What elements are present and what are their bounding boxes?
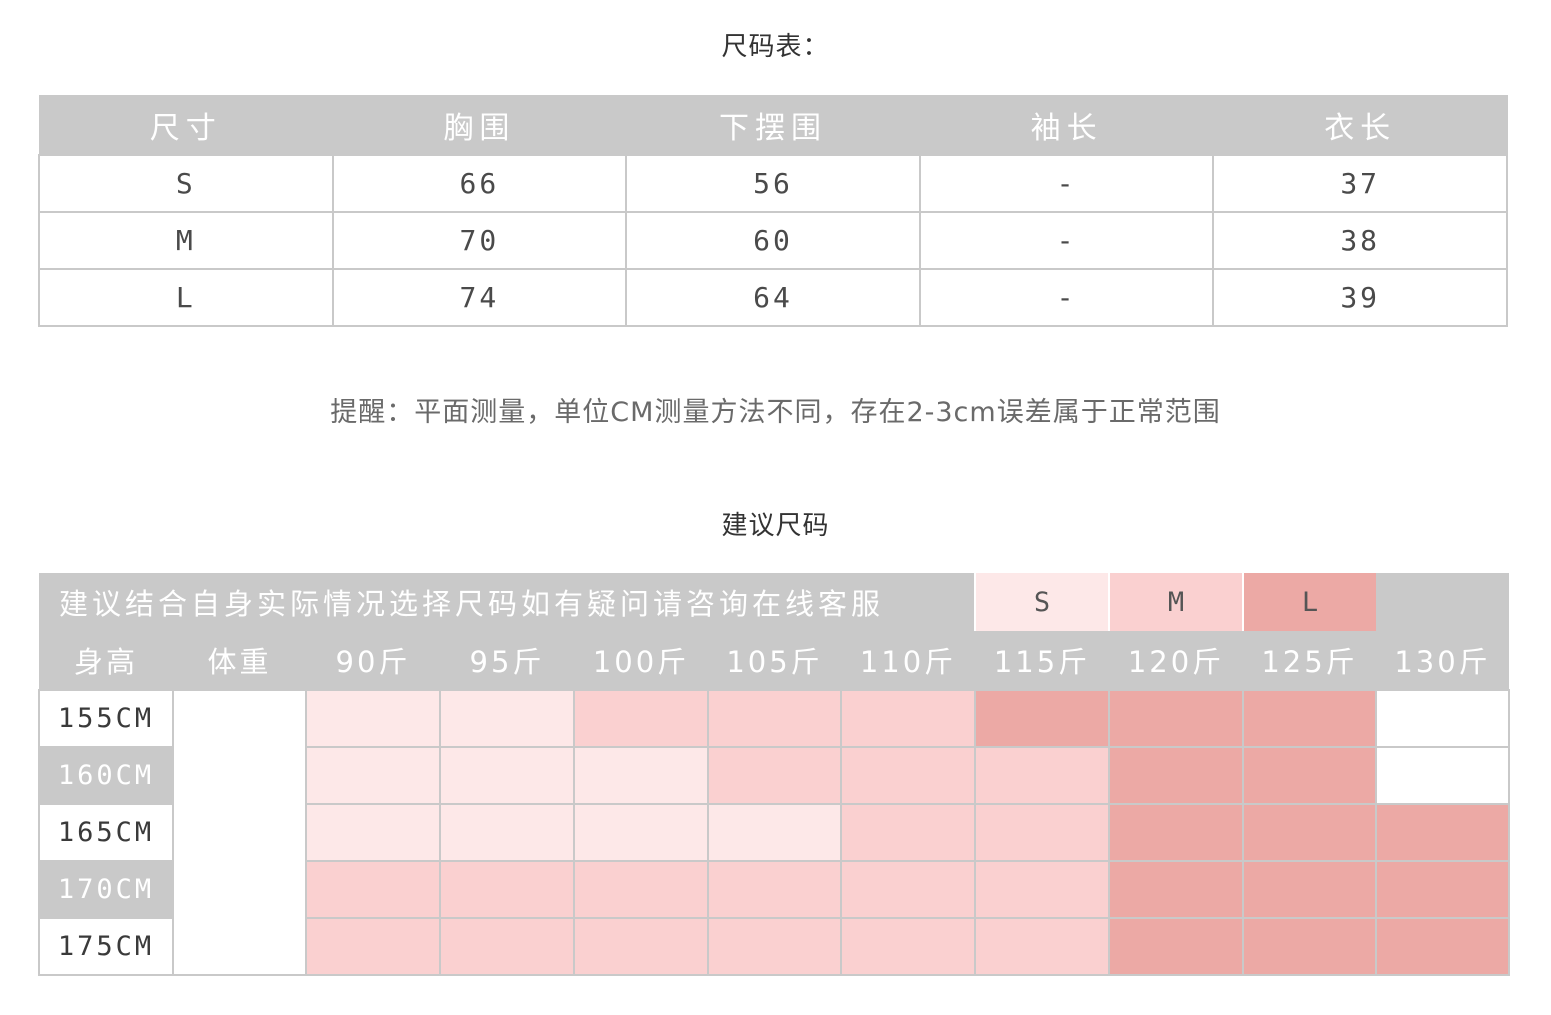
cell-chest: 66 [331,154,628,213]
size-cell-l [1108,746,1244,805]
cell-chest: 74 [331,268,628,327]
table-row: 155CM [38,689,1510,976]
cell-size: S [38,154,334,213]
weight-column-header: 100斤 [574,631,708,690]
advice-banner: 建议结合自身实际情况选择尺码如有疑问请咨询在线客服 [39,573,975,631]
size-cell-l [1108,917,1244,976]
height-row-label: 165CM [38,803,174,862]
size-cell-m [707,746,842,805]
size-cell-m [840,917,976,976]
size-cell-l [1242,860,1377,919]
size-cell-s [573,746,709,805]
cell-sleeve: - [918,268,1215,327]
size-cell-l [1108,803,1244,862]
size-cell-m [974,746,1110,805]
size-cell-m [840,803,976,862]
weight-column-header: 105斤 [708,631,841,690]
measurement-note: 提醒：平面测量，单位CM测量方法不同，存在2-3cm误差属于正常范围 [330,397,1221,428]
size-cell-m [707,917,842,976]
header-chest: 胸围 [332,95,627,156]
weight-column-header: 120斤 [1109,631,1243,690]
size-cell-m [974,803,1110,862]
size-cell-l [974,689,1110,748]
size-cell-l [1108,689,1244,748]
weight-column-header: 115斤 [975,631,1109,690]
header-hem: 下摆围 [625,95,921,156]
size-cell-s [305,803,441,862]
weight-header: 体重 [173,631,306,690]
size-cell-s [305,689,441,748]
cell-sleeve: - [918,211,1215,270]
cell-length: 39 [1212,268,1508,327]
size-cell-m [573,689,709,748]
table-row: S 66 56 - 37 [38,154,1508,213]
size-cell-m [974,917,1110,976]
height-row-label: 160CM [38,746,174,805]
banner-row: 建议结合自身实际情况选择尺码如有疑问请咨询在线客服 S M L [39,573,1509,631]
header-size: 尺寸 [38,95,334,156]
size-cell-l [1242,689,1377,748]
legend-s: S [974,573,1109,631]
legend-blank [1376,573,1509,631]
header-sleeve: 袖长 [919,95,1214,156]
cell-hem: 56 [625,154,921,213]
weight-column-header: 90斤 [306,631,440,690]
legend-l: L [1242,573,1376,631]
size-cell-m [840,746,976,805]
height-header: 身高 [39,631,173,690]
size-cell-l [1242,917,1377,976]
size-cell-l [1242,746,1377,805]
size-chart-table: 尺寸 胸围 下摆围 袖长 衣长 S 66 56 - 37 M 70 60 - 3… [38,95,1508,327]
table-row: L 74 64 - 39 [38,268,1508,327]
size-cell-none [1375,689,1510,748]
size-cell-m [305,860,441,919]
size-cell-m [573,917,709,976]
weight-column-header: 95斤 [440,631,574,690]
size-cell-m [305,917,441,976]
cell-sleeve: - [918,154,1215,213]
size-cell-s [305,746,441,805]
size-chart-header-row: 尺寸 胸围 下摆围 袖长 衣长 [38,95,1508,156]
weight-column-header: 130斤 [1376,631,1509,690]
cell-chest: 70 [331,211,628,270]
cell-length: 38 [1212,211,1508,270]
size-cell-l [1108,860,1244,919]
cell-hem: 64 [625,268,921,327]
size-cell-m [439,860,575,919]
weight-column-header: 125斤 [1243,631,1376,690]
size-cell-m [707,689,842,748]
size-cell-m [439,917,575,976]
table-row: M 70 60 - 38 [38,211,1508,270]
weight-column-header: 110斤 [841,631,975,690]
size-cell-l [1375,917,1510,976]
size-cell-s [439,689,575,748]
weight-spacer-column [172,689,307,976]
size-cell-m [707,860,842,919]
size-cell-s [573,803,709,862]
size-cell-m [974,860,1110,919]
cell-size: M [38,211,334,270]
cell-length: 37 [1212,154,1508,213]
size-cell-s [707,803,842,862]
size-cell-l [1242,803,1377,862]
cell-hem: 60 [625,211,921,270]
recommendation-title: 建议尺码 [721,511,830,541]
cell-size: L [38,268,334,327]
size-cell-s [439,746,575,805]
height-row-label: 155CM [38,689,174,748]
size-cell-m [840,689,976,748]
size-cell-m [840,860,976,919]
header-length: 衣长 [1212,95,1508,156]
size-recommendation-grid: 建议结合自身实际情况选择尺码如有疑问请咨询在线客服 S M L 身高 体重 90… [38,573,1510,976]
legend-m: M [1108,573,1243,631]
height-row-label: 175CM [38,917,174,976]
weight-header-row: 身高 体重 90斤 95斤 100斤 105斤 110斤 115斤 120斤 125斤 130斤 [39,631,1509,690]
size-cell-s [439,803,575,862]
size-cell-l [1375,803,1510,862]
size-cell-none [1375,746,1510,805]
size-cell-m [573,860,709,919]
size-chart-title: 尺码表： [721,32,830,62]
height-row-label: 170CM [38,860,174,919]
size-cell-l [1375,860,1510,919]
